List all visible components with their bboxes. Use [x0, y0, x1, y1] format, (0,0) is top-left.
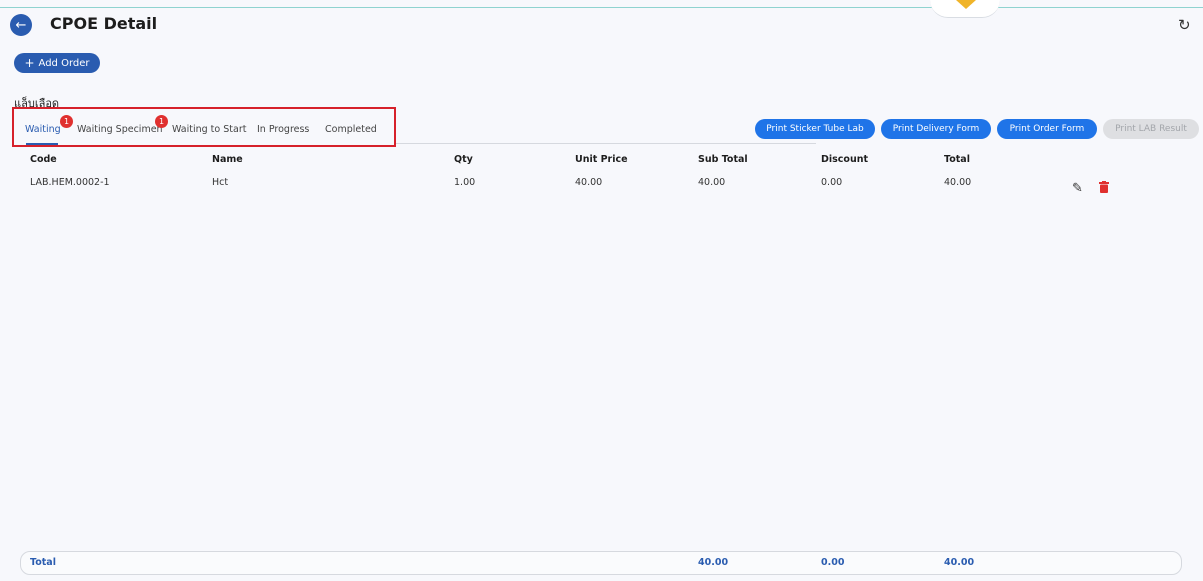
header-logo-decoration	[930, 0, 1000, 18]
print-sticker-tube-lab-button[interactable]: Print Sticker Tube Lab	[755, 119, 875, 139]
plus-icon: +	[24, 56, 35, 70]
totals-footer	[20, 551, 1182, 575]
cell-name: Hct	[212, 177, 229, 188]
add-order-button[interactable]: + Add Order	[14, 53, 100, 73]
tab-waiting-specimen[interactable]: Waiting Specimen	[77, 124, 163, 135]
trash-icon[interactable]	[1099, 181, 1109, 197]
cell-discount: 0.00	[821, 177, 843, 188]
tab-waiting-badge: 1	[60, 115, 73, 128]
top-divider	[0, 7, 1203, 8]
cell-sub-total: 40.00	[698, 177, 726, 188]
footer-sub-total: 40.00	[698, 557, 729, 568]
tab-waiting-to-start[interactable]: Waiting to Start	[172, 124, 246, 135]
cell-qty: 1.00	[454, 177, 476, 188]
column-header-discount: Discount	[821, 154, 869, 165]
footer-total-label: Total	[30, 557, 56, 568]
trash-icon-svg	[1099, 181, 1109, 193]
column-header-unit-price: Unit Price	[575, 154, 628, 165]
cell-code: LAB.HEM.0002-1	[30, 177, 110, 188]
status-tabs: Waiting 1 Waiting Specimen 1 Waiting to …	[12, 107, 396, 147]
refresh-icon[interactable]: ↻	[1178, 16, 1191, 34]
page-title: CPOE Detail	[50, 14, 158, 33]
column-header-code: Code	[30, 154, 57, 165]
active-tab-indicator	[26, 143, 58, 145]
tab-waiting[interactable]: Waiting	[25, 124, 61, 135]
print-order-form-button[interactable]: Print Order Form	[997, 119, 1097, 139]
column-header-sub-total: Sub Total	[698, 154, 748, 165]
add-order-label: Add Order	[38, 57, 90, 69]
arrow-left-icon: ←	[15, 17, 27, 33]
tab-completed[interactable]: Completed	[325, 124, 377, 135]
tabs-divider	[396, 143, 816, 144]
cell-unit-price: 40.00	[575, 177, 603, 188]
print-delivery-form-button[interactable]: Print Delivery Form	[881, 119, 991, 139]
column-header-qty: Qty	[454, 154, 473, 165]
column-header-total: Total	[944, 154, 970, 165]
back-button[interactable]: ←	[10, 14, 32, 36]
footer-discount: 0.00	[821, 557, 845, 568]
tab-waiting-specimen-badge: 1	[155, 115, 168, 128]
print-lab-result-button[interactable]: Print LAB Result	[1103, 119, 1199, 139]
column-header-name: Name	[212, 154, 243, 165]
pencil-icon[interactable]: ✎	[1072, 181, 1083, 196]
cell-total: 40.00	[944, 177, 972, 188]
footer-total: 40.00	[944, 557, 975, 568]
tab-in-progress[interactable]: In Progress	[257, 124, 309, 135]
